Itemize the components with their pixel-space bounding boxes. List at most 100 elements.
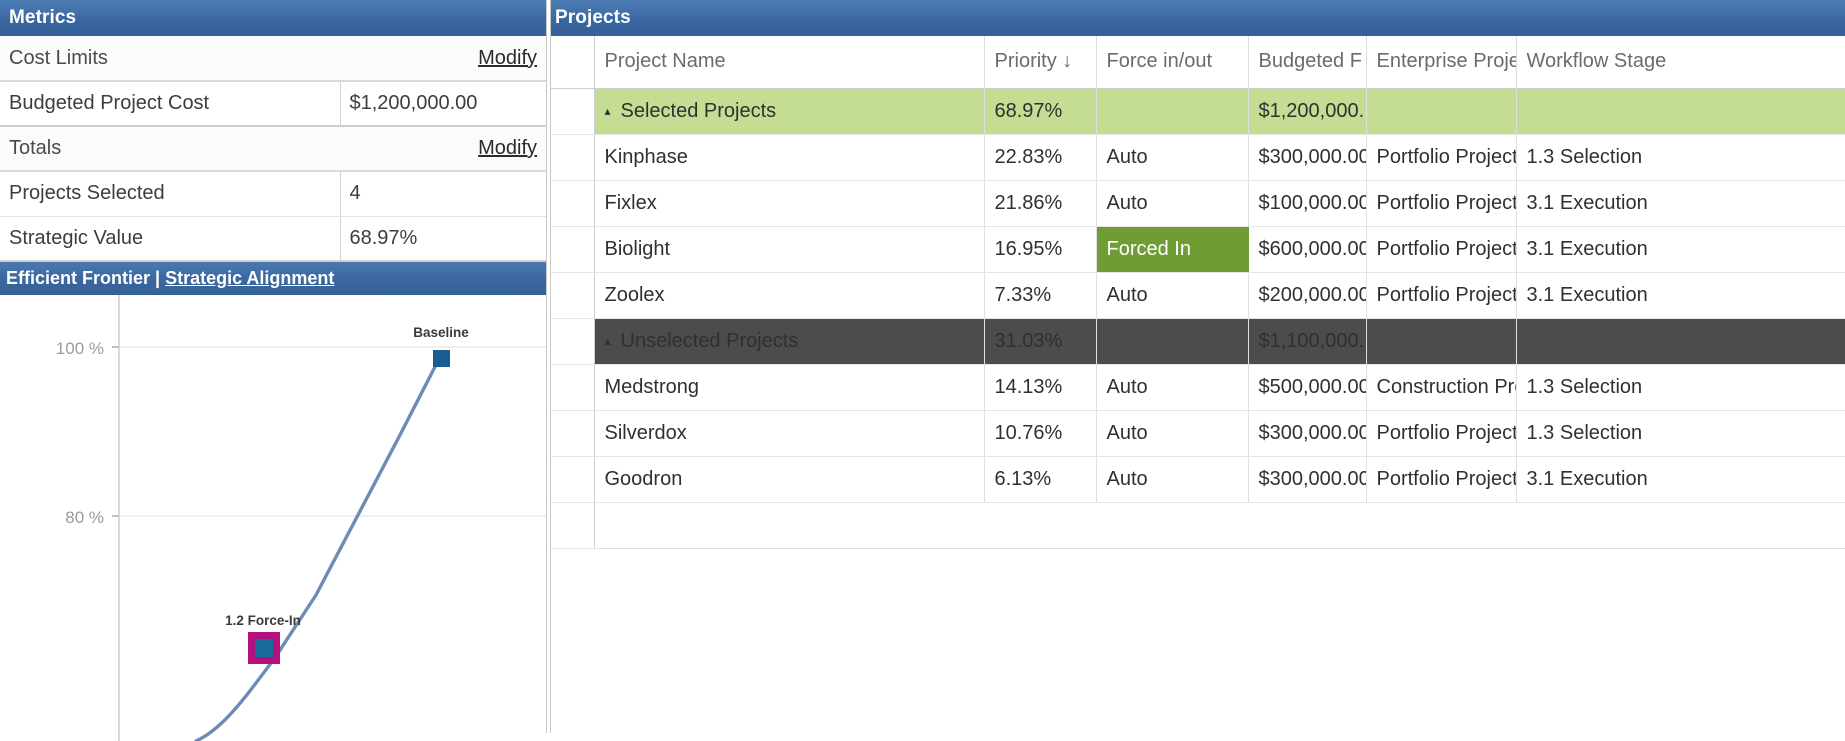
cell-budgeted-cost: $500,000.00 bbox=[1248, 364, 1367, 411]
cell-enterprise-project: Construction Pro bbox=[1366, 364, 1517, 411]
row-selector-cell[interactable] bbox=[546, 226, 595, 273]
table-row[interactable]: Fixlex 21.86% Auto $100,000.00 Portfolio… bbox=[546, 180, 1845, 227]
baseline-marker[interactable] bbox=[433, 350, 450, 367]
projects-selected-label: Projects Selected bbox=[0, 171, 340, 217]
metrics-table: Cost Limits Modify Budgeted Project Cost… bbox=[0, 36, 546, 262]
baseline-point-label: Baseline bbox=[413, 325, 469, 340]
column-header-force-in-out[interactable]: Force in/out bbox=[1096, 36, 1249, 89]
force-in-marker[interactable] bbox=[255, 639, 273, 657]
cell-budgeted-cost: $300,000.00 bbox=[1248, 456, 1367, 503]
totals-label: Totals bbox=[9, 137, 62, 159]
cell-budgeted-cost: $300,000.00 bbox=[1248, 410, 1367, 457]
budgeted-project-cost-label: Budgeted Project Cost bbox=[0, 81, 340, 127]
table-row-empty bbox=[546, 502, 1845, 549]
table-row[interactable]: Goodron 6.13% Auto $300,000.00 Portfolio… bbox=[546, 456, 1845, 503]
group-name-cell-selected[interactable]: ▴ Selected Projects bbox=[594, 88, 985, 135]
cell-force-in-out[interactable]: Auto bbox=[1096, 134, 1249, 181]
totals-modify-link[interactable]: Modify bbox=[478, 137, 537, 160]
efficient-frontier-chart[interactable]: 100 % 80 % Baseline 1.2 Force-In bbox=[0, 295, 546, 741]
cell-project-name[interactable]: Silverdox bbox=[594, 410, 985, 457]
cell-force-in-out[interactable]: Auto bbox=[1096, 456, 1249, 503]
column-header-project-name[interactable]: Project Name bbox=[594, 36, 985, 89]
cell-force-in-out[interactable]: Auto bbox=[1096, 364, 1249, 411]
group-force-selected bbox=[1096, 88, 1249, 135]
group-workflow-unselected bbox=[1516, 318, 1845, 365]
row-selector-cell[interactable] bbox=[546, 134, 595, 181]
cell-priority: 14.13% bbox=[984, 364, 1097, 411]
cost-limits-label: Cost Limits bbox=[9, 46, 108, 69]
row-selector-cell[interactable] bbox=[546, 318, 595, 365]
collapse-expander-icon-unselected[interactable]: ▴ bbox=[605, 334, 621, 348]
cell-force-in-out[interactable]: Auto bbox=[1096, 272, 1249, 319]
column-header-enterprise-project[interactable]: Enterprise Proje bbox=[1366, 36, 1517, 89]
group-row-selected-projects[interactable]: ▴ Selected Projects 68.97% $1,200,000. bbox=[546, 88, 1845, 135]
portfolio-analysis-window: Metrics Cost Limits Modify Budgeted Proj… bbox=[0, 0, 1845, 741]
row-selector-cell[interactable] bbox=[546, 88, 595, 135]
cell-priority: 6.13% bbox=[984, 456, 1097, 503]
projects-panel-header: Projects bbox=[546, 0, 1845, 36]
group-row-unselected-projects[interactable]: ▴ Unselected Projects 31.03% $1,100,000. bbox=[546, 318, 1845, 365]
column-header-workflow-stage[interactable]: Workflow Stage bbox=[1516, 36, 1845, 89]
projects-table: Project Name Priority ↓ Force in/out Bud… bbox=[546, 36, 1845, 549]
metric-row-strategic-value: Strategic Value 68.97% bbox=[0, 216, 546, 262]
cell-project-name[interactable]: Kinphase bbox=[594, 134, 985, 181]
y-tick-label-80: 80 % bbox=[65, 508, 104, 527]
cell-priority: 21.86% bbox=[984, 180, 1097, 227]
cell-force-in-out[interactable]: Auto bbox=[1096, 180, 1249, 227]
table-row[interactable]: Zoolex 7.33% Auto $200,000.00 Portfolio … bbox=[546, 272, 1845, 319]
row-selector-cell[interactable] bbox=[546, 272, 595, 319]
metrics-section-totals: Totals Modify bbox=[0, 126, 546, 172]
cell-workflow-stage: 3.1 Execution bbox=[1516, 180, 1845, 227]
group-priority-selected: 68.97% bbox=[984, 88, 1097, 135]
group-label-unselected: Unselected Projects bbox=[620, 329, 799, 352]
metrics-section-totals-cell: Totals Modify bbox=[0, 126, 546, 172]
group-enterprise-selected bbox=[1366, 88, 1517, 135]
table-row[interactable]: Biolight 16.95% Forced In $600,000.00 Po… bbox=[546, 226, 1845, 273]
collapse-expander-icon-selected[interactable]: ▴ bbox=[605, 104, 621, 118]
row-selector-header bbox=[546, 36, 595, 89]
table-row[interactable]: Medstrong 14.13% Auto $500,000.00 Constr… bbox=[546, 364, 1845, 411]
metric-row-budgeted-project-cost: Budgeted Project Cost $1,200,000.00 bbox=[0, 81, 546, 127]
strategic-alignment-link[interactable]: Strategic Alignment bbox=[165, 268, 334, 289]
cell-project-name[interactable]: Zoolex bbox=[594, 272, 985, 319]
budgeted-project-cost-value[interactable]: $1,200,000.00 bbox=[339, 81, 546, 127]
table-row[interactable]: Kinphase 22.83% Auto $300,000.00 Portfol… bbox=[546, 134, 1845, 181]
cell-workflow-stage: 1.3 Selection bbox=[1516, 364, 1845, 411]
table-row[interactable]: Silverdox 10.76% Auto $300,000.00 Portfo… bbox=[546, 410, 1845, 457]
group-priority-unselected: 31.03% bbox=[984, 318, 1097, 365]
pane-divider[interactable] bbox=[546, 0, 551, 733]
column-header-priority[interactable]: Priority ↓ bbox=[984, 36, 1097, 89]
metrics-section-cost-limits: Cost Limits Modify bbox=[0, 36, 546, 82]
column-header-budgeted-cost[interactable]: Budgeted F bbox=[1248, 36, 1367, 89]
cell-force-in-out[interactable]: Auto bbox=[1096, 410, 1249, 457]
cell-project-name[interactable]: Medstrong bbox=[594, 364, 985, 411]
row-selector-cell[interactable] bbox=[546, 410, 595, 457]
cell-priority: 22.83% bbox=[984, 134, 1097, 181]
row-selector-cell[interactable] bbox=[546, 180, 595, 227]
row-selector-cell[interactable] bbox=[546, 456, 595, 503]
cell-workflow-stage: 3.1 Execution bbox=[1516, 456, 1845, 503]
metrics-panel-header: Metrics bbox=[0, 0, 546, 36]
projects-pane: Projects Project Name Priority ↓ Force i… bbox=[546, 0, 1845, 733]
empty-row-filler bbox=[594, 502, 1845, 549]
cell-project-name[interactable]: Biolight bbox=[594, 226, 985, 273]
group-budget-unselected: $1,100,000. bbox=[1248, 318, 1367, 365]
group-name-cell-unselected[interactable]: ▴ Unselected Projects bbox=[594, 318, 985, 365]
frontier-bar-separator: | bbox=[150, 268, 166, 288]
cell-enterprise-project: Portfolio Project bbox=[1366, 180, 1517, 227]
group-budget-selected: $1,200,000. bbox=[1248, 88, 1367, 135]
efficient-frontier-tab-bar: Efficient Frontier | Strategic Alignment bbox=[0, 262, 546, 295]
metrics-pane: Metrics Cost Limits Modify Budgeted Proj… bbox=[0, 0, 546, 741]
row-selector-cell[interactable] bbox=[546, 364, 595, 411]
metric-row-projects-selected: Projects Selected 4 bbox=[0, 171, 546, 217]
strategic-value-label: Strategic Value bbox=[0, 216, 340, 262]
cost-limits-modify-link[interactable]: Modify bbox=[478, 47, 537, 70]
cell-project-name[interactable]: Goodron bbox=[594, 456, 985, 503]
cell-project-name[interactable]: Fixlex bbox=[594, 180, 985, 227]
group-label-selected: Selected Projects bbox=[620, 99, 777, 122]
force-in-point-label: 1.2 Force-In bbox=[225, 613, 301, 628]
cell-force-in-out[interactable]: Forced In bbox=[1096, 226, 1249, 273]
metrics-section-cost-limits-cell: Cost Limits Modify bbox=[0, 36, 546, 82]
cell-budgeted-cost: $600,000.00 bbox=[1248, 226, 1367, 273]
cell-workflow-stage: 1.3 Selection bbox=[1516, 410, 1845, 457]
